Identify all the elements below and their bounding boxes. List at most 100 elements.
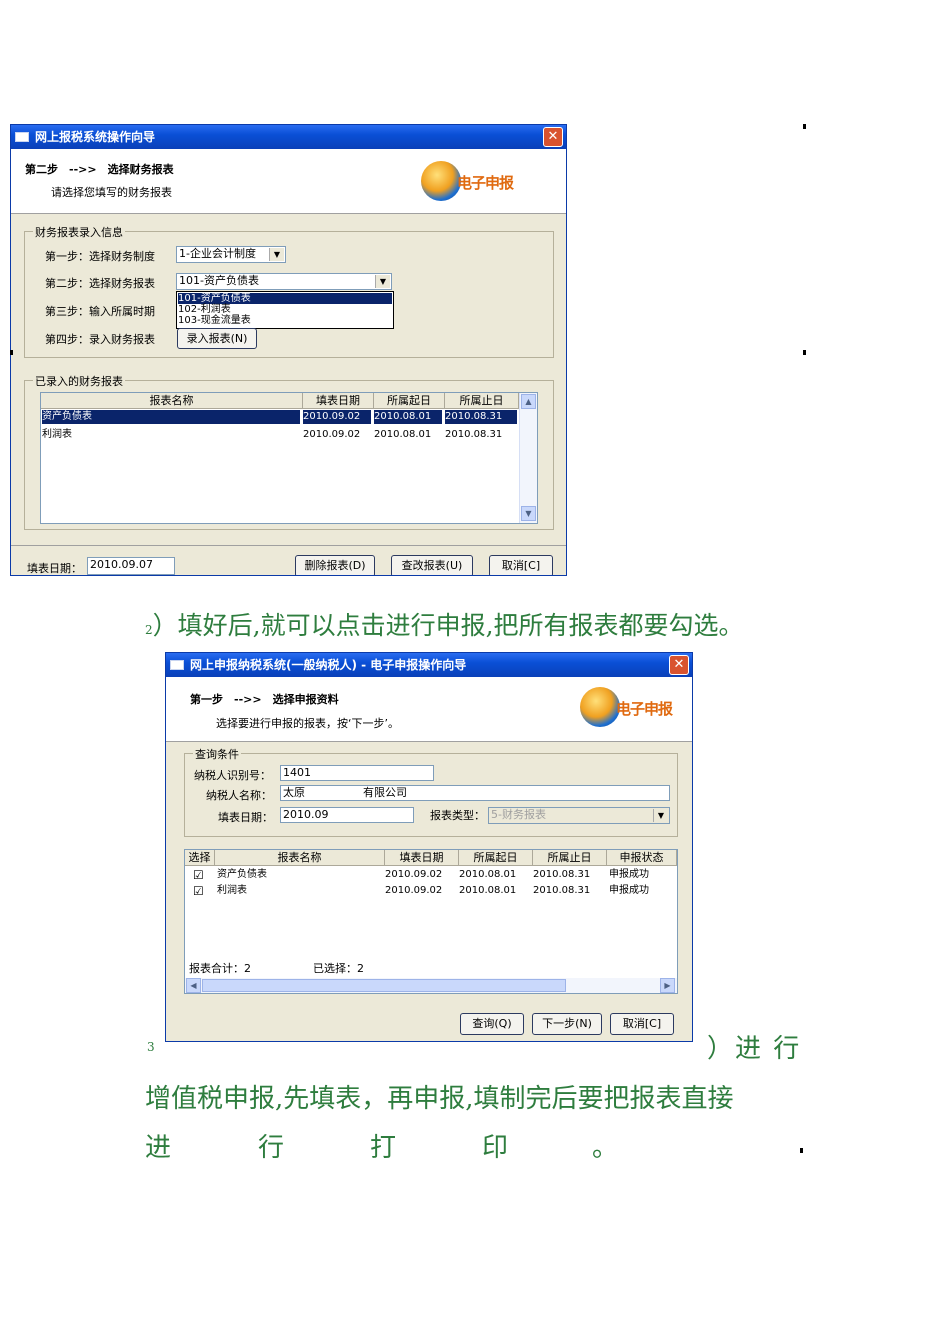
window-title: 网上申报纳税系统(一般纳税人) - 电子申报操作向导 (190, 658, 467, 672)
taxpayer-name-field[interactable]: 太原 有限公司 (280, 785, 670, 801)
declare-status: 申报成功 (609, 869, 649, 880)
column-header[interactable]: 选择 (185, 850, 215, 866)
fill-date-field[interactable]: 2010.09.07 (87, 557, 175, 575)
selected-count: 已选择：2 (313, 962, 364, 975)
scroll-up-icon[interactable]: ▲ (521, 394, 536, 409)
entry-report-button[interactable]: 录入报表(N) (177, 328, 257, 349)
fill-date-field[interactable]: 2010.09 (280, 807, 414, 823)
financial-report-select[interactable]: 101-资产负债表 ▼ (176, 273, 392, 290)
wizard-header: 第二步 -->> 选择财务报表 请选择您填写的财务报表 电子申报 (11, 149, 566, 214)
step-title: 第一步 -->> 选择申报资料 (190, 693, 339, 706)
chevron-down-icon[interactable]: ▼ (653, 809, 668, 822)
report-name: 利润表 (217, 885, 247, 896)
dropdown-option[interactable]: 103-现金流量表 (178, 315, 251, 326)
paragraph-text: ）填好后,就可以点击进行申报,把所有报表都要勾选。 (152, 611, 744, 640)
close-button[interactable]: ✕ (669, 655, 689, 675)
scroll-thumb[interactable] (202, 979, 566, 992)
title-bar[interactable]: 网上报税系统操作向导 ✕ (11, 125, 566, 149)
accounting-system-value: 1-企业会计制度 (179, 247, 256, 260)
taxpayer-name-part: 有限公司 (363, 786, 407, 799)
period-start: 2010.08.01 (374, 429, 432, 440)
next-step-button[interactable]: 下一步(N) (532, 1013, 602, 1035)
scroll-left-icon[interactable]: ◀ (186, 978, 201, 993)
window-icon (15, 132, 29, 142)
period-start: 2010.08.01 (374, 410, 442, 424)
period-end: 2010.08.31 (533, 869, 591, 880)
table-row[interactable]: 利润表 2010.09.02 2010.08.01 2010.08.31 (41, 428, 519, 443)
select-checkbox[interactable]: ☑ (193, 868, 204, 882)
period-start: 2010.08.01 (459, 885, 517, 896)
fill-date-label: 填表日期： (27, 562, 82, 575)
step1-label: 第一步：选择财务制度 (45, 250, 155, 263)
fill-date: 2010.09.02 (303, 429, 361, 440)
table-row[interactable]: 资产负债表 2010.09.02 2010.08.01 2010.08.31 (41, 410, 519, 425)
horizontal-scrollbar[interactable]: ◀ ▶ (185, 978, 677, 993)
entered-reports-table: 报表名称 填表日期 所属起日 所属止日 资产负债表 2010.09.02 201… (40, 392, 538, 524)
window-title: 网上报税系统操作向导 (35, 130, 156, 144)
logo-text: 电子申报 (457, 174, 514, 192)
group-label: 查询条件 (193, 746, 241, 762)
step3-label: 第三步：输入所属时期 (45, 305, 155, 318)
declare-reports-table: 选择 报表名称 填表日期 所属起日 所属止日 申报状态 ☑ 资产负债表 2010… (184, 849, 678, 994)
table-row[interactable]: ☑ 资产负债表 2010.09.02 2010.08.01 2010.08.31… (185, 868, 677, 883)
column-header[interactable]: 报表名称 (41, 393, 303, 409)
paragraph-number: 3 (147, 1040, 155, 1054)
table-row[interactable]: ☑ 利润表 2010.09.02 2010.08.01 2010.08.31 申… (185, 884, 677, 899)
paragraph-line-1: ）进 行 (707, 1034, 802, 1064)
taxpayer-id-field[interactable]: 1401 (280, 765, 434, 781)
paragraph-line-3-char: 打 (370, 1133, 397, 1163)
title-bar[interactable]: 网上申报纳税系统(一般纳税人) - 电子申报操作向导 ✕ (166, 653, 692, 677)
paragraph-line-3-char: 行 (258, 1133, 285, 1163)
chevron-down-icon[interactable]: ▼ (375, 275, 390, 288)
taxpayer-name-label: 纳税人名称： (206, 789, 272, 802)
accounting-system-select[interactable]: 1-企业会计制度 ▼ (176, 246, 286, 263)
query-button[interactable]: 查询(Q) (460, 1013, 524, 1035)
scroll-down-icon[interactable]: ▼ (521, 506, 536, 521)
modify-report-button[interactable]: 查改报表(U) (391, 555, 473, 575)
column-header[interactable]: 报表名称 (215, 850, 385, 866)
cancel-button[interactable]: 取消[C] (489, 555, 553, 575)
cancel-button[interactable]: 取消[C] (610, 1013, 674, 1035)
step-title: 第二步 -->> 选择财务报表 (25, 163, 174, 176)
column-header[interactable]: 申报状态 (607, 850, 677, 866)
report-name: 资产负债表 (42, 410, 300, 424)
column-header[interactable]: 所属起日 (459, 850, 533, 866)
delete-report-button[interactable]: 删除报表(D) (295, 555, 375, 575)
column-header[interactable]: 所属止日 (533, 850, 607, 866)
scroll-right-icon[interactable]: ▶ (660, 978, 675, 993)
report-type-select[interactable]: 5-财务报表 ▼ (488, 807, 670, 824)
fill-date: 2010.09.02 (303, 410, 371, 424)
scan-mark (803, 124, 806, 129)
vertical-scrollbar[interactable]: ▲ ▼ (519, 393, 537, 523)
report-name: 利润表 (42, 429, 72, 440)
fill-date: 2010.09.02 (385, 885, 443, 896)
paragraph-line-3-char: 进 (145, 1133, 172, 1163)
step2-label: 第二步：选择财务报表 (45, 277, 155, 290)
select-checkbox[interactable]: ☑ (193, 884, 204, 898)
chevron-down-icon[interactable]: ▼ (269, 248, 284, 261)
paragraph-number: 2 (145, 623, 153, 637)
report-total: 报表合计：2 (189, 962, 251, 975)
globe-icon (421, 161, 461, 201)
report-type-value: 5-财务报表 (491, 808, 546, 821)
column-header[interactable]: 填表日期 (303, 393, 374, 409)
paragraph-line-2: 增值税申报,先填表，再申报,填制完后要把报表直接 (145, 1084, 734, 1114)
column-header[interactable]: 所属止日 (445, 393, 519, 409)
taxpayer-name-part: 太原 (283, 786, 305, 799)
column-header[interactable]: 填表日期 (385, 850, 459, 866)
fill-date: 2010.09.02 (385, 869, 443, 880)
close-button[interactable]: ✕ (543, 127, 563, 147)
column-header[interactable]: 所属起日 (374, 393, 445, 409)
group-label: 已录入的财务报表 (33, 373, 125, 389)
footer-divider (11, 545, 566, 546)
globe-icon (580, 687, 620, 727)
report-dropdown-list: 101-资产负债表 102-利润表 103-现金流量表 (176, 291, 394, 329)
logo-text: 电子申报 (616, 700, 673, 718)
group-label: 财务报表录入信息 (33, 224, 125, 240)
window-icon (170, 660, 184, 670)
dropdown-option[interactable]: 101-资产负债表 (178, 293, 392, 304)
wizard-window-financial: 网上报税系统操作向导 ✕ 第二步 -->> 选择财务报表 请选择您填写的财务报表… (10, 124, 567, 576)
period-end: 2010.08.31 (445, 429, 503, 440)
dropdown-option[interactable]: 102-利润表 (178, 304, 231, 315)
scan-mark (10, 350, 13, 355)
